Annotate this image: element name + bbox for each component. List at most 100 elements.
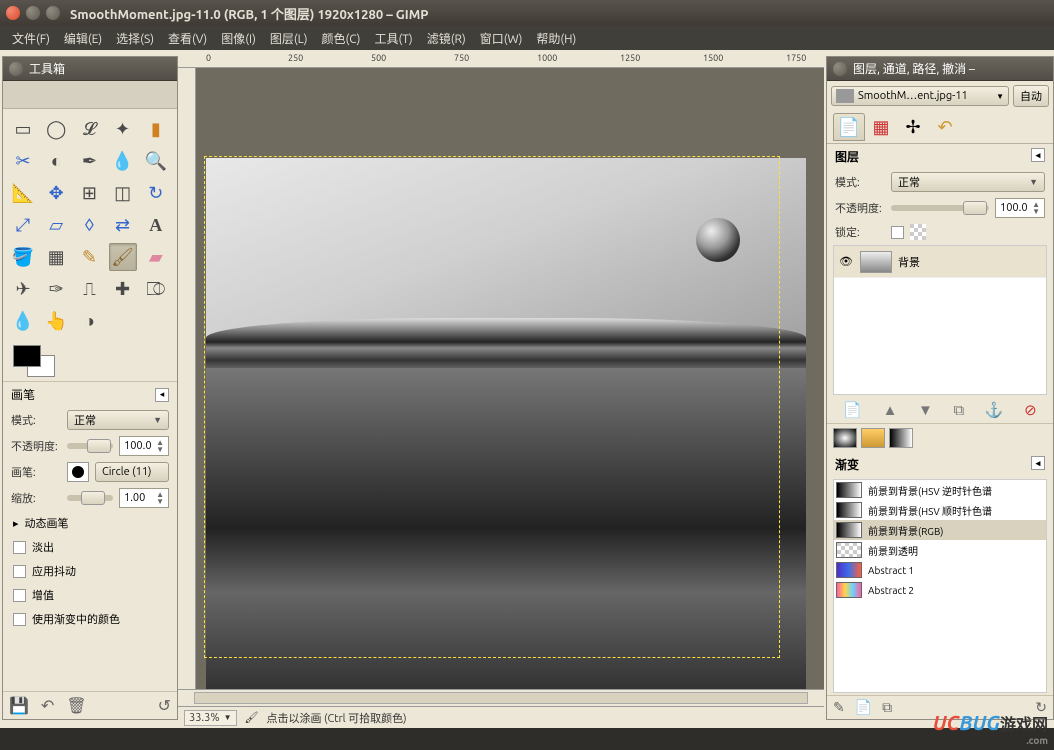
slider-thumb[interactable] <box>87 439 111 453</box>
move-icon[interactable]: ✥ <box>42 179 70 207</box>
layer-mode-combo[interactable]: 正常 ▼ <box>891 172 1045 192</box>
restore-options-icon[interactable]: ↶ <box>41 696 54 715</box>
menu-window[interactable]: 窗口(W) <box>474 28 529 49</box>
gradient-row[interactable]: 前景到背景(RGB) <box>834 520 1046 540</box>
horizontal-ruler[interactable]: 0 250 500 750 1000 1250 1500 1750 <box>178 50 824 68</box>
dynamic-expand[interactable]: ▸动态画笔 <box>3 511 177 535</box>
maximize-icon[interactable] <box>46 6 60 20</box>
brush-chip[interactable] <box>67 462 89 482</box>
layer-row[interactable]: 👁 背景 <box>834 246 1046 278</box>
menu-tools[interactable]: 工具(T) <box>368 28 418 49</box>
crop-icon[interactable]: ◫ <box>109 179 137 207</box>
collapse-icon[interactable]: ◂ <box>155 388 169 402</box>
gradient-check[interactable]: 使用渐变中的颜色 <box>3 607 177 631</box>
gradients-tab-icon[interactable] <box>889 428 913 448</box>
eraser-icon[interactable]: ▰ <box>142 243 170 271</box>
collapse-icon[interactable]: ◂ <box>1031 456 1045 470</box>
new-layer-icon[interactable]: 📄 <box>843 401 862 419</box>
delete-layer-icon[interactable]: ⊘ <box>1024 401 1037 419</box>
perspective-icon[interactable]: ◊ <box>75 211 103 239</box>
perspective-clone-icon[interactable]: ⎄ <box>142 275 170 303</box>
text-icon[interactable]: A <box>142 211 170 239</box>
opacity-spinner[interactable]: 100.0▲▼ <box>119 436 169 456</box>
color-select-icon[interactable]: ▮ <box>142 115 170 143</box>
raise-layer-icon[interactable]: ▲ <box>883 401 898 419</box>
close-icon[interactable] <box>6 6 20 20</box>
slider-thumb[interactable] <box>963 201 987 215</box>
auto-button[interactable]: 自动 <box>1013 85 1049 107</box>
horizontal-scrollbar[interactable] <box>178 689 824 706</box>
lower-layer-icon[interactable]: ▼ <box>918 401 933 419</box>
pencil-icon[interactable]: ✎ <box>75 243 103 271</box>
paths-icon[interactable]: ✒ <box>75 147 103 175</box>
edit-gradient-icon[interactable]: ✎ <box>833 699 845 716</box>
layer-thumb[interactable] <box>860 251 892 273</box>
fg-bg-colors[interactable] <box>13 345 55 377</box>
mode-combo[interactable]: 正常 ▼ <box>67 410 169 430</box>
incremental-check[interactable]: 增值 <box>3 583 177 607</box>
scale-spinner[interactable]: 1.00▲▼ <box>119 488 169 508</box>
layer-opacity-spinner[interactable]: 100.0▲▼ <box>995 198 1045 218</box>
panel-close-icon[interactable] <box>833 62 847 76</box>
blur-icon[interactable]: 💧 <box>9 307 37 335</box>
gradient-row[interactable]: 前景到透明 <box>834 540 1046 560</box>
scale-icon[interactable]: ⤢ <box>9 211 37 239</box>
channels-tab-icon[interactable]: ▦ <box>865 113 897 141</box>
scale-slider[interactable] <box>67 495 113 501</box>
duplicate-gradient-icon[interactable]: ⧉ <box>882 699 892 716</box>
new-gradient-icon[interactable]: 📄 <box>855 699 872 716</box>
menu-color[interactable]: 颜色(C) <box>316 28 367 49</box>
layers-tab-icon[interactable]: 📄 <box>833 113 865 141</box>
foreground-color[interactable] <box>13 345 41 367</box>
fuzzy-select-icon[interactable]: ✦ <box>109 115 137 143</box>
gradient-list[interactable]: 前景到背景(HSV 逆时针色谱 前景到背景(HSV 顺时针色谱 前景到背景(RG… <box>833 479 1047 693</box>
scissors-icon[interactable]: ✂ <box>9 147 37 175</box>
menu-image[interactable]: 图像(I) <box>215 28 262 49</box>
layer-name[interactable]: 背景 <box>898 254 920 270</box>
foreground-select-icon[interactable]: ◐ <box>42 147 70 175</box>
flip-icon[interactable]: ⇄ <box>109 211 137 239</box>
scrollbar-track[interactable] <box>194 692 808 704</box>
anchor-layer-icon[interactable]: ⚓ <box>985 401 1004 419</box>
color-picker-icon[interactable]: 💧 <box>109 147 137 175</box>
bucket-icon[interactable]: 🪣 <box>9 243 37 271</box>
heal-icon[interactable]: ✚ <box>109 275 137 303</box>
align-icon[interactable]: ⊞ <box>75 179 103 207</box>
panel-close-icon[interactable] <box>9 62 23 76</box>
canvas-image[interactable] <box>206 158 806 689</box>
gradient-row[interactable]: Abstract 2 <box>834 580 1046 600</box>
patterns-tab-icon[interactable] <box>861 428 885 448</box>
toolbox-header[interactable]: 工具箱 <box>3 57 177 81</box>
rotate-icon[interactable]: ↻ <box>142 179 170 207</box>
brush-combo[interactable]: Circle (11) <box>95 462 169 482</box>
layer-opacity-slider[interactable] <box>891 205 989 211</box>
spinner-arrows-icon[interactable]: ▲▼ <box>156 491 164 505</box>
gradient-icon[interactable]: ▦ <box>42 243 70 271</box>
vertical-ruler[interactable] <box>178 68 196 689</box>
gradient-row[interactable]: Abstract 1 <box>834 560 1046 580</box>
brushes-tab-icon[interactable] <box>833 428 857 448</box>
zoom-combo[interactable]: 33.3%▼ <box>184 710 237 726</box>
ellipse-select-icon[interactable]: ◯ <box>42 115 70 143</box>
duplicate-layer-icon[interactable]: ⧉ <box>953 401 964 419</box>
measure-icon[interactable]: 📐 <box>9 179 37 207</box>
menu-help[interactable]: 帮助(H) <box>530 28 582 49</box>
delete-options-icon[interactable]: 🗑 <box>66 696 86 715</box>
eye-icon[interactable]: 👁 <box>838 255 854 268</box>
undo-tab-icon[interactable]: ↶ <box>929 113 961 141</box>
minimize-icon[interactable] <box>26 6 40 20</box>
menu-edit[interactable]: 编辑(E) <box>58 28 108 49</box>
layers-panel-header[interactable]: 图层, 通道, 路径, 撤消 – <box>827 57 1053 81</box>
lasso-icon[interactable]: 𝓛 <box>75 115 103 143</box>
menu-layer[interactable]: 图层(L) <box>264 28 314 49</box>
menu-filters[interactable]: 滤镜(R) <box>421 28 472 49</box>
checkbox-icon[interactable] <box>13 541 26 554</box>
opacity-slider[interactable] <box>67 443 113 449</box>
menu-select[interactable]: 选择(S) <box>110 28 160 49</box>
smudge-icon[interactable]: 👆 <box>42 307 70 335</box>
menu-file[interactable]: 文件(F) <box>6 28 56 49</box>
spinner-arrows-icon[interactable]: ▲▼ <box>156 439 164 453</box>
lock-pixels-checkbox[interactable] <box>891 226 904 239</box>
paths-tab-icon[interactable]: ✢ <box>897 113 929 141</box>
slider-thumb[interactable] <box>81 491 105 505</box>
